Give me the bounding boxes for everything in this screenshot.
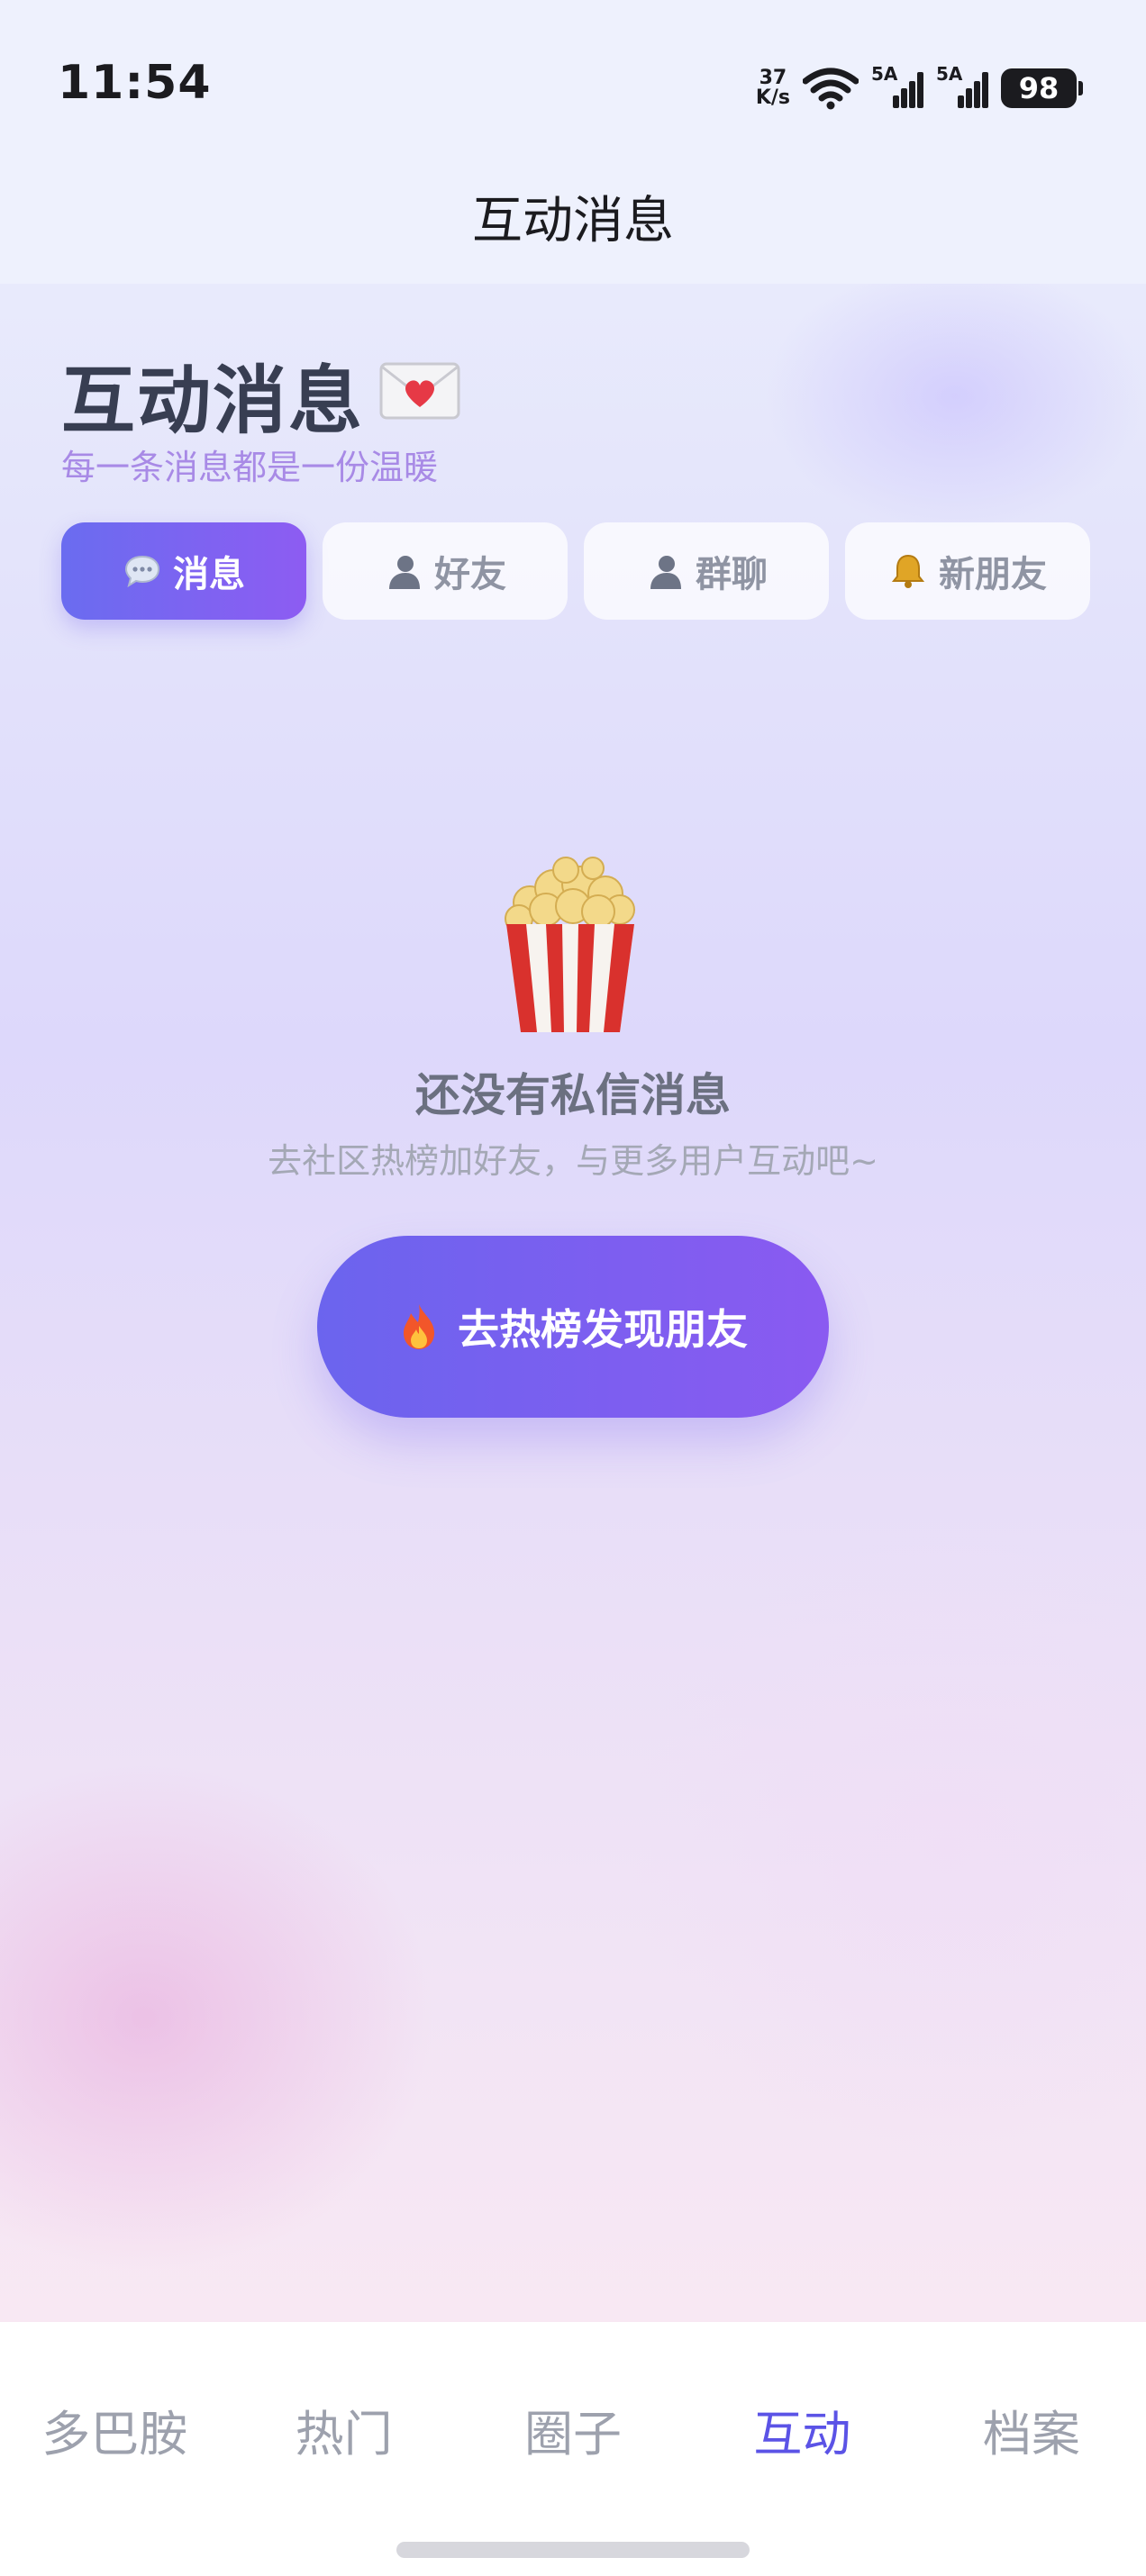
status-bar: 11:54 37 K/s 5A 5A 98 xyxy=(0,0,1146,171)
signal-label: 5A xyxy=(936,63,963,85)
bottom-nav-circles[interactable]: 圈子 xyxy=(459,2394,687,2465)
tab-label: 群聊 xyxy=(696,554,768,595)
network-speed-unit: K/s xyxy=(755,86,790,109)
network-speed-value: 37 xyxy=(759,67,787,89)
network-speed: 37 K/s xyxy=(756,68,790,108)
tab-new-friends[interactable]: 新朋友 xyxy=(845,522,1090,620)
tab-messages[interactable]: 消息 xyxy=(61,522,306,620)
cta-label: 去热榜发现朋友 xyxy=(458,1305,748,1354)
status-time: 11:54 xyxy=(58,56,212,110)
signal-label: 5A xyxy=(871,63,898,85)
tab-label: 好友 xyxy=(434,554,506,595)
tab-friends[interactable]: 好友 xyxy=(323,522,568,620)
battery-level: 98 xyxy=(1001,68,1077,108)
signal-icon: 5A xyxy=(936,63,988,108)
empty-state-subtitle: 去社区热榜加好友，与更多用户互动吧~ xyxy=(268,1141,878,1181)
home-indicator[interactable] xyxy=(396,2542,750,2558)
background-glow xyxy=(766,261,1144,531)
bottom-nav-interaction[interactable]: 互动 xyxy=(687,2394,916,2465)
empty-state-title: 还没有私信消息 xyxy=(415,1069,731,1121)
tab-label: 消息 xyxy=(173,554,245,595)
bell-icon xyxy=(891,554,925,588)
person-silhouette-icon xyxy=(650,556,681,589)
battery-icon: 98 xyxy=(1001,68,1083,108)
status-icons: 37 K/s 5A 5A 98 xyxy=(756,63,1083,113)
wifi-icon xyxy=(803,68,859,110)
speech-bubble-icon xyxy=(124,555,160,588)
signal-icon: 5A xyxy=(871,63,923,108)
bottom-navigation: 多巴胺 热门 圈子 互动 档案 xyxy=(0,2322,1146,2576)
love-letter-icon xyxy=(379,362,460,420)
bottom-nav-profile[interactable]: 档案 xyxy=(917,2394,1146,2465)
person-silhouette-icon xyxy=(389,556,420,589)
page-title: 互动消息 xyxy=(61,358,365,444)
page-subtitle: 每一条消息都是一份温暖 xyxy=(61,448,439,487)
fire-icon xyxy=(404,1304,434,1349)
bottom-nav-dopamine[interactable]: 多巴胺 xyxy=(0,2394,229,2465)
background-glow xyxy=(631,1531,1146,2162)
discover-friends-button[interactable]: 去热榜发现朋友 xyxy=(317,1236,829,1418)
popcorn-icon xyxy=(505,857,635,1032)
bottom-nav-hot[interactable]: 热门 xyxy=(229,2394,458,2465)
nav-title: 互动消息 xyxy=(472,192,674,250)
tab-label: 新朋友 xyxy=(939,554,1047,595)
background-glow xyxy=(0,1765,432,2270)
tab-bar: 消息 好友 群聊 新朋友 xyxy=(61,522,1090,620)
tab-groups[interactable]: 群聊 xyxy=(584,522,829,620)
